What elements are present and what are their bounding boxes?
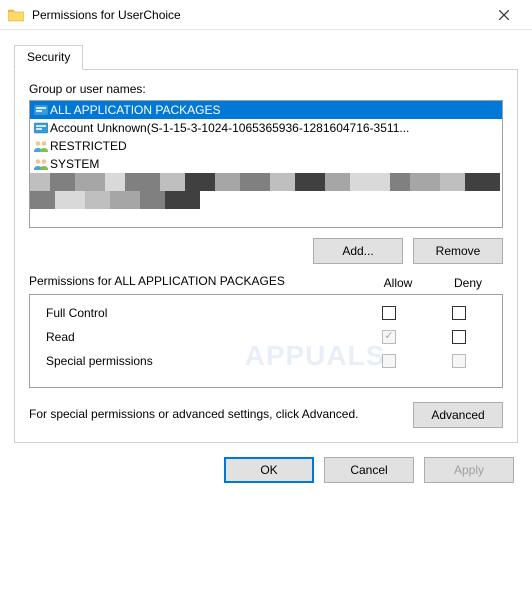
permissions-table: Full Control Read Special permissions (29, 294, 503, 388)
checkbox-allow[interactable] (382, 306, 396, 320)
permission-deny-cell (424, 330, 494, 344)
checkbox-deny[interactable] (452, 330, 466, 344)
list-item[interactable]: RESTRICTED (30, 137, 502, 155)
list-item-label: RESTRICTED (50, 139, 127, 153)
users-icon (32, 158, 50, 170)
redacted-rows (30, 173, 502, 209)
dialog-footer: OK Cancel Apply (0, 443, 532, 497)
advanced-row: For special permissions or advanced sett… (29, 402, 503, 428)
permission-allow-cell (354, 306, 424, 320)
close-button[interactable] (484, 1, 524, 29)
titlebar: Permissions for UserChoice (0, 0, 532, 30)
groups-button-row: Add... Remove (29, 238, 503, 264)
tab-strip: Security (14, 44, 518, 70)
users-icon (32, 140, 50, 152)
dialog-content: Security APPUALS Group or user names: AL… (0, 30, 532, 443)
package-icon (32, 122, 50, 134)
ok-button[interactable]: OK (224, 457, 314, 483)
permission-allow-cell (354, 330, 424, 344)
checkbox-deny (452, 354, 466, 368)
column-allow-header: Allow (363, 276, 433, 290)
permission-deny-cell (424, 306, 494, 320)
folder-icon (8, 8, 24, 22)
checkbox-deny[interactable] (452, 306, 466, 320)
apply-button[interactable]: Apply (424, 457, 514, 483)
list-item[interactable]: SYSTEM (30, 155, 502, 173)
add-button[interactable]: Add... (313, 238, 403, 264)
permission-label: Full Control (38, 306, 354, 320)
permission-label: Special permissions (38, 354, 354, 368)
permission-label: Read (38, 330, 354, 344)
list-item[interactable]: ALL APPLICATION PACKAGES (30, 101, 502, 119)
permissions-heading-prefix: Permissions for (29, 274, 114, 288)
security-panel: APPUALS Group or user names: ALL APPLICA… (14, 70, 518, 443)
permissions-heading-subject: ALL APPLICATION PACKAGES (114, 274, 285, 288)
permissions-heading: Permissions for ALL APPLICATION PACKAGES (29, 274, 363, 290)
advanced-button[interactable]: Advanced (413, 402, 503, 428)
permission-row: Read (38, 325, 494, 349)
package-icon (32, 104, 50, 116)
permission-deny-cell (424, 354, 494, 368)
checkbox-allow (382, 330, 396, 344)
window-title: Permissions for UserChoice (32, 8, 484, 22)
tab-security[interactable]: Security (14, 45, 83, 70)
list-item-label: ALL APPLICATION PACKAGES (50, 103, 221, 117)
checkbox-allow (382, 354, 396, 368)
permissions-header: Permissions for ALL APPLICATION PACKAGES… (29, 274, 503, 290)
list-item[interactable]: Account Unknown(S-1-15-3-1024-1065365936… (30, 119, 502, 137)
groups-label: Group or user names: (29, 82, 503, 96)
remove-button[interactable]: Remove (413, 238, 503, 264)
column-deny-header: Deny (433, 276, 503, 290)
advanced-text: For special permissions or advanced sett… (29, 407, 403, 423)
permission-allow-cell (354, 354, 424, 368)
cancel-button[interactable]: Cancel (324, 457, 414, 483)
list-item-label: SYSTEM (50, 157, 99, 171)
permission-row: Special permissions (38, 349, 494, 373)
close-icon (499, 10, 509, 20)
list-item-label: Account Unknown(S-1-15-3-1024-1065365936… (50, 121, 409, 135)
groups-listbox[interactable]: ALL APPLICATION PACKAGES Account Unknown(… (29, 100, 503, 228)
permission-row: Full Control (38, 301, 494, 325)
